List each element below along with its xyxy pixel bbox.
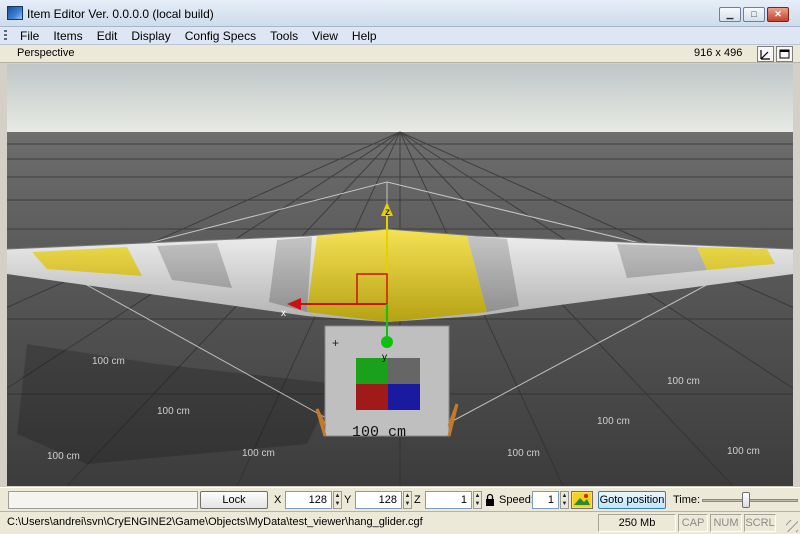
viewport-scene: + 100 cm z x y 100 cm 100 cm 100 cm 100 … xyxy=(7,64,793,486)
memory-indicator: 250 Mb xyxy=(598,514,676,532)
time-slider-track[interactable] xyxy=(702,499,798,502)
time-label: Time: xyxy=(673,494,701,506)
menu-config-specs[interactable]: Config Specs xyxy=(178,27,263,45)
maximize-button[interactable]: □ xyxy=(743,7,765,22)
y-label: Y xyxy=(344,494,352,506)
terrain-icon[interactable] xyxy=(571,491,593,509)
scroll-lock-indicator: SCRL xyxy=(744,514,776,532)
window-title: Item Editor Ver. 0.0.0.0 (local build) xyxy=(27,7,214,21)
file-path-text: C:\Users\andrei\svn\CryENGINE2\Game\Obje… xyxy=(7,516,423,528)
goto-position-button[interactable]: Goto position xyxy=(598,491,666,509)
speed-spinner[interactable]: ▲ ▼ xyxy=(560,491,569,509)
gizmo-x-label: x xyxy=(281,308,286,319)
z-label: Z xyxy=(414,494,421,506)
svg-text:100 cm: 100 cm xyxy=(47,451,80,462)
close-button[interactable]: ✕ xyxy=(767,7,789,22)
svg-text:100 cm: 100 cm xyxy=(667,376,700,387)
menu-bar: File Items Edit Display Config Specs Too… xyxy=(0,27,800,45)
viewport-size-label: 916 x 496 xyxy=(694,47,743,59)
box-size-label: 100 cm xyxy=(352,424,406,441)
app-icon xyxy=(7,6,23,20)
z-input[interactable]: 1 xyxy=(425,491,472,509)
gizmo-y-label: y xyxy=(382,352,387,363)
x-input[interactable]: 128 xyxy=(285,491,332,509)
sky xyxy=(7,64,793,134)
speed-label: Speed: xyxy=(499,494,534,506)
menu-view[interactable]: View xyxy=(305,27,345,45)
toolbar-grip-icon[interactable] xyxy=(4,29,7,42)
svg-text:100 cm: 100 cm xyxy=(157,406,190,417)
menu-tools[interactable]: Tools xyxy=(263,27,305,45)
menu-help[interactable]: Help xyxy=(345,27,384,45)
svg-text:100 cm: 100 cm xyxy=(597,416,630,427)
x-label: X xyxy=(274,494,282,506)
num-lock-indicator: NUM xyxy=(710,514,742,532)
lock-selection-button[interactable]: Lock Selection xyxy=(200,491,268,522)
caps-lock-indicator: CAP xyxy=(678,514,708,532)
menu-items[interactable]: Items xyxy=(46,27,89,45)
svg-text:100 cm: 100 cm xyxy=(92,356,125,367)
minimize-button[interactable]: ▁ xyxy=(719,7,741,22)
menu-edit[interactable]: Edit xyxy=(90,27,125,45)
title-bar: Item Editor Ver. 0.0.0.0 (local build) ▁… xyxy=(0,0,800,27)
gizmo-z-label: z xyxy=(385,207,390,218)
speed-input[interactable]: 1 xyxy=(532,491,559,509)
x-spinner[interactable]: ▲ ▼ xyxy=(333,491,342,509)
y-input[interactable]: 128 xyxy=(355,491,402,509)
time-slider-thumb[interactable] xyxy=(741,492,750,508)
status-bar: C:\Users\andrei\svn\CryENGINE2\Game\Obje… xyxy=(0,511,800,534)
viewport-mode-label[interactable]: Perspective xyxy=(17,47,74,59)
lock-icon[interactable] xyxy=(485,493,495,507)
viewport-3d[interactable]: + 100 cm z x y 100 cm 100 cm 100 cm 100 … xyxy=(7,64,793,486)
y-spinner[interactable]: ▲ ▼ xyxy=(403,491,412,509)
z-spinner[interactable]: ▲ ▼ xyxy=(473,491,482,509)
svg-text:100 cm: 100 cm xyxy=(242,448,275,459)
svg-text:100 cm: 100 cm xyxy=(507,448,540,459)
resize-grip-icon[interactable] xyxy=(786,520,798,532)
prompt-box xyxy=(8,491,198,509)
viewport-header: Perspective 916 x 496 xyxy=(0,45,800,63)
axes-icon[interactable] xyxy=(757,46,774,62)
fullscreen-icon[interactable] xyxy=(776,46,793,62)
bottom-toolbar: Lock Selection X 128 ▲▼ Y 128 ▲▼ Z 1 ▲▼ … xyxy=(0,487,800,522)
svg-text:100 cm: 100 cm xyxy=(727,446,760,457)
menu-display[interactable]: Display xyxy=(124,27,177,45)
menu-file[interactable]: File xyxy=(13,27,46,45)
box-plus-text: + xyxy=(332,336,339,350)
